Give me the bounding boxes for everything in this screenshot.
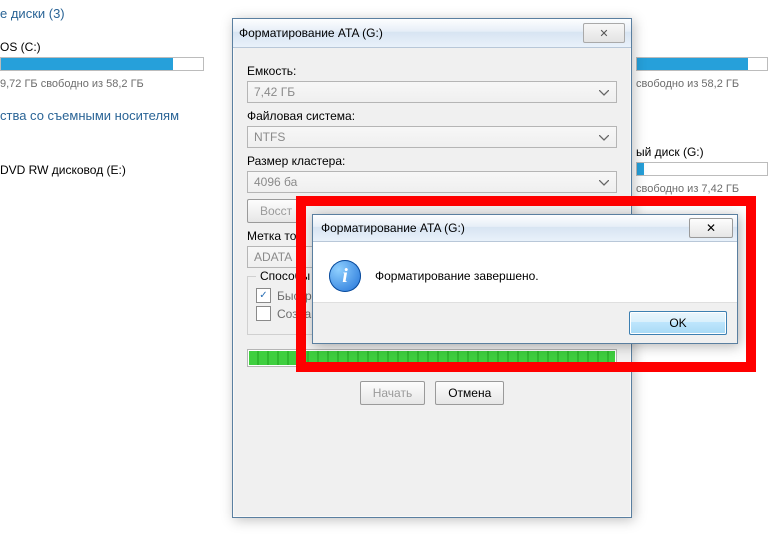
format-dialog-title: Форматирование ATA (G:) xyxy=(239,26,383,40)
info-icon: i xyxy=(329,260,361,292)
close-icon: ✕ xyxy=(599,27,608,40)
drive-free-text-c: 9,72 ГБ свободно из 58,2 ГБ xyxy=(0,78,144,90)
message-box-text: Форматирование завершено. xyxy=(375,269,539,283)
message-box-title: Форматирование ATA (G:) xyxy=(321,221,465,235)
filesystem-combo[interactable]: NTFS xyxy=(247,126,617,148)
message-box-close-button[interactable]: ✕ xyxy=(689,218,733,238)
ok-button[interactable]: OK xyxy=(629,311,727,335)
cancel-button[interactable]: Отмена xyxy=(435,381,504,405)
chevron-down-icon xyxy=(596,130,612,146)
cluster-combo[interactable]: 4096 ба xyxy=(247,171,617,193)
explorer-section-drives: е диски (3) xyxy=(0,6,65,21)
format-dialog-titlebar[interactable]: Форматирование ATA (G:) ✕ xyxy=(233,19,631,48)
close-icon: ✕ xyxy=(706,221,716,235)
drive-label-c: OS (C:) xyxy=(0,40,41,54)
chevron-down-icon xyxy=(596,175,612,191)
drive-label-dvd: DVD RW дисковод (E:) xyxy=(0,163,126,177)
capacity-value: 7,42 ГБ xyxy=(254,85,295,99)
message-box-titlebar[interactable]: Форматирование ATA (G:) ✕ xyxy=(313,215,737,242)
chevron-down-icon xyxy=(596,85,612,101)
capacity-label: Емкость: xyxy=(247,64,617,78)
cluster-value: 4096 ба xyxy=(254,175,297,189)
volume-name-value: ADATA xyxy=(254,250,292,264)
explorer-section-removable: ства со съемными носителям xyxy=(0,108,179,123)
drive-usage-bar-g xyxy=(636,162,768,176)
checkbox-icon xyxy=(256,306,271,321)
format-dialog-close-button[interactable]: ✕ xyxy=(583,23,625,43)
drive-usage-bar-right xyxy=(636,57,768,71)
drive-free-text-right-c: свободно из 58,2 ГБ xyxy=(636,78,739,90)
capacity-combo[interactable]: 7,42 ГБ xyxy=(247,81,617,103)
cluster-label: Размер кластера: xyxy=(247,154,617,168)
drive-label-g: ый диск (G:) xyxy=(636,145,704,159)
start-button[interactable]: Начать xyxy=(360,381,426,405)
checkbox-icon: ✓ xyxy=(256,288,271,303)
filesystem-label: Файловая система: xyxy=(247,109,617,123)
message-box: Форматирование ATA (G:) ✕ i Форматирован… xyxy=(312,214,738,344)
drive-free-text-g: свободно из 7,42 ГБ xyxy=(636,183,739,195)
drive-usage-bar-c xyxy=(0,57,204,71)
filesystem-value: NTFS xyxy=(254,130,285,144)
